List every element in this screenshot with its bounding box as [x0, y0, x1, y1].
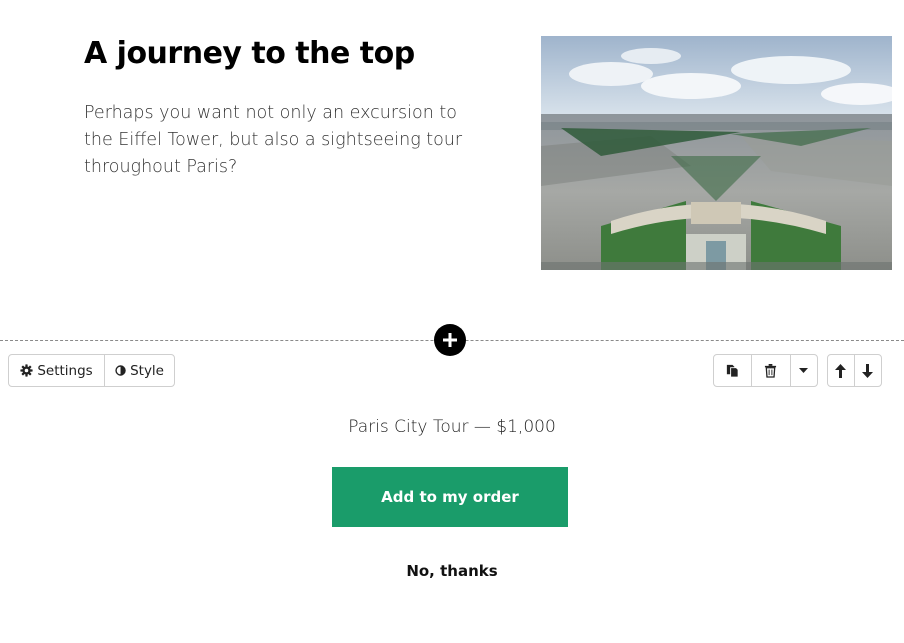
gear-icon	[20, 364, 33, 377]
style-label: Style	[130, 362, 164, 379]
block-options-toolbar: Settings Style	[8, 354, 175, 387]
trash-icon	[765, 364, 777, 378]
caret-down-icon	[799, 367, 809, 373]
move-up-button[interactable]	[828, 355, 855, 386]
duplicate-icon	[727, 364, 739, 378]
more-actions-dropdown[interactable]	[791, 355, 817, 386]
contrast-icon	[115, 365, 126, 376]
settings-button[interactable]: Settings	[9, 355, 105, 386]
section-description: Perhaps you want not only an excursion t…	[84, 103, 463, 177]
plus-icon	[443, 333, 457, 347]
decline-offer-link[interactable]: No, thanks	[0, 562, 904, 580]
arrow-down-icon	[862, 363, 874, 378]
style-button[interactable]: Style	[105, 355, 174, 386]
city-photo-illustration	[541, 36, 892, 270]
move-toolbar	[827, 354, 882, 387]
move-down-button[interactable]	[855, 355, 881, 386]
delete-button[interactable]	[752, 355, 791, 386]
add-section-button[interactable]	[434, 324, 466, 356]
offer-product-price: Paris City Tour — $1,000	[348, 417, 556, 437]
duplicate-button[interactable]	[714, 355, 753, 386]
block-actions-toolbar	[713, 354, 818, 387]
add-to-order-button[interactable]: Add to my order	[332, 467, 568, 527]
arrow-up-icon	[835, 363, 847, 378]
paris-aerial-image	[541, 36, 892, 270]
section-title: A journey to the top	[84, 36, 415, 71]
settings-label: Settings	[37, 362, 93, 379]
